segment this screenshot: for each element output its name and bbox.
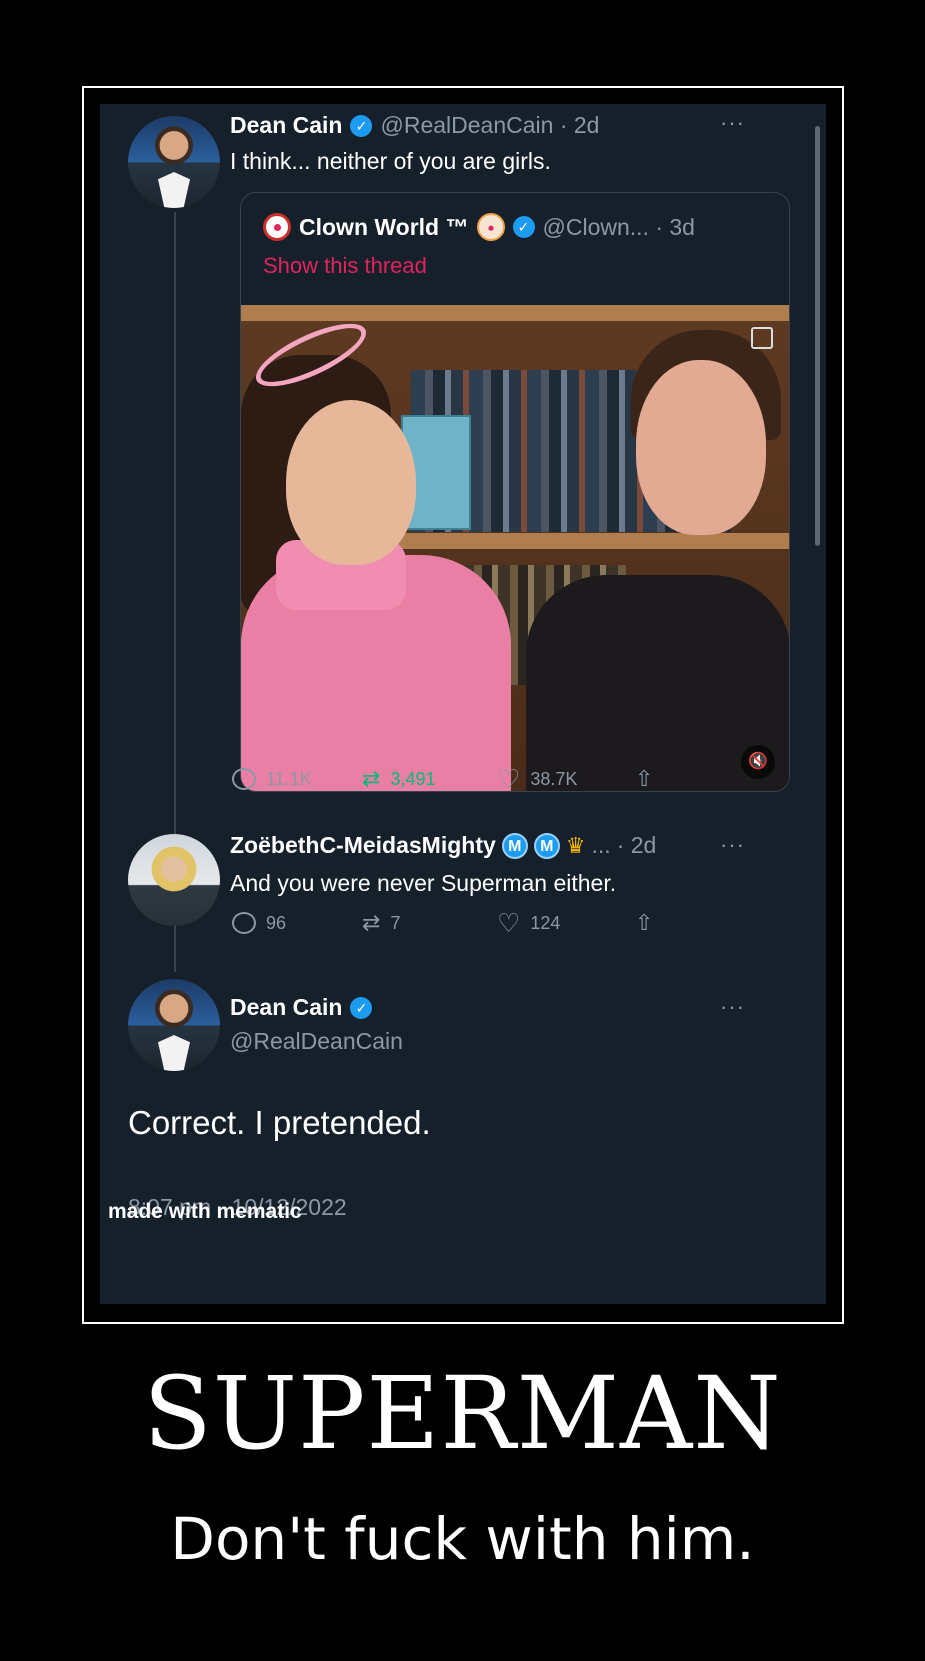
avatar-dean-cain[interactable] <box>128 116 220 208</box>
reply-icon <box>232 912 256 934</box>
meidas-badge-icon: M <box>533 832 560 859</box>
tweet2-actions: 96 ⇄ 7 ♡ 124 ⇧ <box>232 908 653 938</box>
verified-icon: ✓ <box>512 216 535 238</box>
thread-line <box>174 926 176 972</box>
verified-icon: ✓ <box>350 114 373 137</box>
thread-line <box>174 212 176 834</box>
author-name[interactable]: Dean Cain <box>230 994 342 1021</box>
retweet-icon: ⇄ <box>362 766 381 791</box>
crown-icon: ♛ <box>565 832 586 858</box>
like-icon: ♡ <box>497 764 521 794</box>
reply-count: 96 <box>266 912 287 933</box>
retweet-count: 7 <box>390 912 401 933</box>
retweet-icon: ⇄ <box>362 910 381 935</box>
reply-button[interactable]: 96 <box>232 912 362 934</box>
retweet-button[interactable]: ⇄ 3,491 <box>362 768 497 790</box>
retweet-button[interactable]: ⇄ 7 <box>362 912 497 934</box>
more-options-icon[interactable]: ··· <box>720 832 745 858</box>
like-count: 38.7K <box>530 768 578 789</box>
share-icon: ⇧ <box>635 766 654 791</box>
poster-subtitle: Don't fuck with him. <box>170 1505 755 1573</box>
more-options-icon[interactable]: ··· <box>720 110 745 136</box>
mematic-watermark: made with mematic <box>108 1200 302 1223</box>
avatar-zoebeth[interactable] <box>128 834 220 926</box>
poster-title: SUPERMAN <box>143 1355 782 1472</box>
quoted-author-handle: @Clown... · 3d <box>542 213 695 240</box>
author-handle[interactable]: @RealDeanCain · 2d <box>380 112 599 139</box>
twitter-screenshot: Dean Cain ✓ @RealDeanCain · 2d ··· I thi… <box>100 104 826 1304</box>
author-name[interactable]: ZoëbethC-MeidasMighty <box>230 832 496 859</box>
retweet-count: 3,491 <box>390 768 436 789</box>
captions-icon[interactable] <box>751 327 773 349</box>
share-button[interactable]: ⇧ <box>635 768 653 790</box>
quoted-tweet[interactable]: Clown World ™ ✓ @Clown... · 3d Show this… <box>240 192 790 792</box>
share-button[interactable]: ⇧ <box>635 912 653 934</box>
mute-icon[interactable]: 🔇 <box>741 745 775 779</box>
tweet-time[interactable]: · 2d <box>617 832 657 859</box>
avatar-dean-cain[interactable] <box>128 979 220 1071</box>
verified-icon: ✓ <box>350 996 373 1019</box>
name-ellipsis: ... <box>591 832 611 858</box>
like-count: 124 <box>530 912 561 933</box>
like-icon: ♡ <box>497 908 521 938</box>
reply-icon <box>232 768 256 790</box>
tweet2-header: ZoëbethC-MeidasMighty M M ♛ ... · 2d <box>230 832 656 859</box>
share-icon: ⇧ <box>635 910 654 935</box>
more-options-icon[interactable]: ··· <box>720 994 745 1020</box>
like-button[interactable]: ♡ 124 <box>497 908 635 938</box>
show-thread-link[interactable]: Show this thread <box>263 253 427 279</box>
reply-button[interactable]: 11.1K <box>232 768 362 790</box>
meidas-badge-icon: M <box>501 832 528 859</box>
like-button[interactable]: ♡ 38.7K <box>497 764 635 794</box>
clown-avatar-icon <box>263 213 291 241</box>
scrollbar[interactable] <box>815 126 820 546</box>
reply-count: 11.1K <box>266 768 312 789</box>
author-name[interactable]: Dean Cain <box>230 112 342 139</box>
quoted-author-name: Clown World ™ <box>299 213 469 240</box>
author-handle[interactable]: @RealDeanCain <box>230 1028 403 1055</box>
tweet3-header: Dean Cain ✓ <box>230 994 373 1021</box>
tweet2-text: And you were never Superman either. <box>230 870 617 896</box>
tweet1-header: Dean Cain ✓ @RealDeanCain · 2d <box>230 112 599 139</box>
tweet1-actions: 11.1K ⇄ 3,491 ♡ 38.7K ⇧ <box>232 764 653 794</box>
video-media[interactable]: 🔇 <box>241 305 789 791</box>
quoted-tweet-header: Clown World ™ ✓ @Clown... · 3d <box>263 213 695 241</box>
tweet3-text: Correct. I pretended. <box>128 1104 431 1141</box>
clown-emoji-icon <box>476 213 505 241</box>
tweet1-text: I think... neither of you are girls. <box>230 148 551 174</box>
